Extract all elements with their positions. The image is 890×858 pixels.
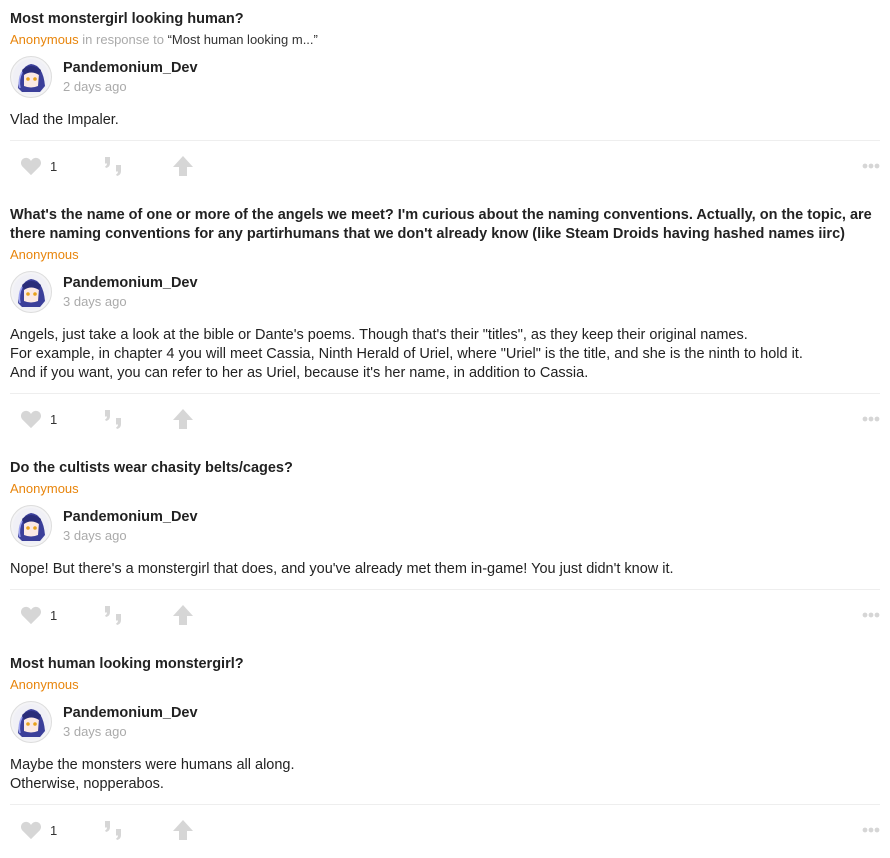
answer-text: Nope! But there's a monstergirl that doe…: [10, 560, 880, 589]
author-row: Pandemonium_Dev 3 days ago: [10, 269, 880, 314]
like-count: 1: [50, 607, 58, 623]
quote-button[interactable]: [102, 394, 126, 444]
share-arrow-icon: [173, 156, 193, 176]
answer-text: Vlad the Impaler.: [10, 111, 880, 140]
more-dots-icon: [862, 416, 880, 422]
author-row: Pandemonium_Dev 3 days ago: [10, 699, 880, 744]
action-bar: 1: [10, 393, 880, 444]
answer-line: Vlad the Impaler.: [10, 112, 119, 128]
timestamp[interactable]: 3 days ago: [63, 723, 198, 740]
answer-line: Maybe the monsters were humans all along…: [10, 757, 295, 773]
more-dots-icon: [862, 612, 880, 618]
answer-line: And if you want, you can refer to her as…: [10, 365, 589, 381]
more-dots-icon: [862, 163, 880, 169]
asker-name[interactable]: Anonymous: [10, 677, 79, 692]
quote-icon: [105, 606, 121, 625]
quote-icon: [105, 410, 121, 429]
action-bar: 1: [10, 140, 880, 191]
asker-line: Anonymous: [10, 674, 880, 696]
response-quote-link[interactable]: “Most human looking m...”: [168, 32, 318, 47]
asker-name[interactable]: Anonymous: [10, 481, 79, 496]
question-text[interactable]: What's the name of one or more of the an…: [10, 191, 880, 244]
post: Most human looking monstergirl? Anonymou…: [10, 640, 880, 855]
question-text[interactable]: Do the cultists wear chasity belts/cages…: [10, 444, 880, 478]
heart-icon: [20, 410, 42, 429]
like-count: 1: [50, 411, 58, 427]
like-button[interactable]: 1: [20, 394, 57, 444]
like-button[interactable]: 1: [20, 590, 57, 640]
author-row: Pandemonium_Dev 3 days ago: [10, 503, 880, 548]
avatar[interactable]: [10, 270, 52, 313]
answer-text: Maybe the monsters were humans all along…: [10, 756, 880, 804]
timestamp[interactable]: 3 days ago: [63, 527, 198, 544]
author-row: Pandemonium_Dev 2 days ago: [10, 54, 880, 99]
post: Most monstergirl looking human? Anonymou…: [10, 0, 880, 191]
answer-feed: Most monstergirl looking human? Anonymou…: [0, 0, 890, 855]
like-count: 1: [50, 822, 58, 838]
quote-button[interactable]: [102, 805, 126, 855]
question-text[interactable]: Most human looking monstergirl?: [10, 640, 880, 674]
post: What's the name of one or more of the an…: [10, 191, 880, 444]
question-text[interactable]: Most monstergirl looking human?: [10, 0, 880, 29]
avatar[interactable]: [10, 504, 52, 547]
share-button[interactable]: [172, 394, 194, 444]
answer-line: Otherwise, nopperabos.: [10, 776, 164, 792]
more-options-button[interactable]: [862, 141, 880, 191]
quote-icon: [105, 821, 121, 840]
share-button[interactable]: [172, 805, 194, 855]
asker-line: Anonymous: [10, 244, 880, 266]
asker-name[interactable]: Anonymous: [10, 32, 79, 47]
avatar[interactable]: [10, 700, 52, 743]
more-options-button[interactable]: [862, 590, 880, 640]
more-dots-icon: [862, 827, 880, 833]
in-response-to-label: in response to: [82, 32, 164, 47]
action-bar: 1: [10, 589, 880, 640]
like-count: 1: [50, 158, 58, 174]
answer-line: For example, in chapter 4 you will meet …: [10, 346, 803, 362]
timestamp[interactable]: 3 days ago: [63, 293, 198, 310]
share-arrow-icon: [173, 820, 193, 840]
timestamp[interactable]: 2 days ago: [63, 78, 198, 95]
author-name[interactable]: Pandemonium_Dev: [63, 274, 198, 293]
asker-line: Anonymous in response to “Most human loo…: [10, 29, 880, 51]
like-button[interactable]: 1: [20, 141, 57, 191]
author-name[interactable]: Pandemonium_Dev: [63, 59, 198, 78]
share-button[interactable]: [172, 590, 194, 640]
action-bar: 1: [10, 804, 880, 855]
share-arrow-icon: [173, 605, 193, 625]
asker-name[interactable]: Anonymous: [10, 247, 79, 262]
quote-button[interactable]: [102, 141, 126, 191]
like-button[interactable]: 1: [20, 805, 57, 855]
more-options-button[interactable]: [862, 805, 880, 855]
asker-line: Anonymous: [10, 478, 880, 500]
share-button[interactable]: [172, 141, 194, 191]
more-options-button[interactable]: [862, 394, 880, 444]
author-name[interactable]: Pandemonium_Dev: [63, 508, 198, 527]
heart-icon: [20, 821, 42, 840]
heart-icon: [20, 157, 42, 176]
answer-line: Nope! But there's a monstergirl that doe…: [10, 561, 674, 577]
quote-icon: [105, 157, 121, 176]
quote-button[interactable]: [102, 590, 126, 640]
share-arrow-icon: [173, 409, 193, 429]
answer-line: Angels, just take a look at the bible or…: [10, 327, 748, 343]
post: Do the cultists wear chasity belts/cages…: [10, 444, 880, 640]
answer-text: Angels, just take a look at the bible or…: [10, 326, 880, 393]
author-name[interactable]: Pandemonium_Dev: [63, 704, 198, 723]
heart-icon: [20, 606, 42, 625]
avatar[interactable]: [10, 55, 52, 98]
